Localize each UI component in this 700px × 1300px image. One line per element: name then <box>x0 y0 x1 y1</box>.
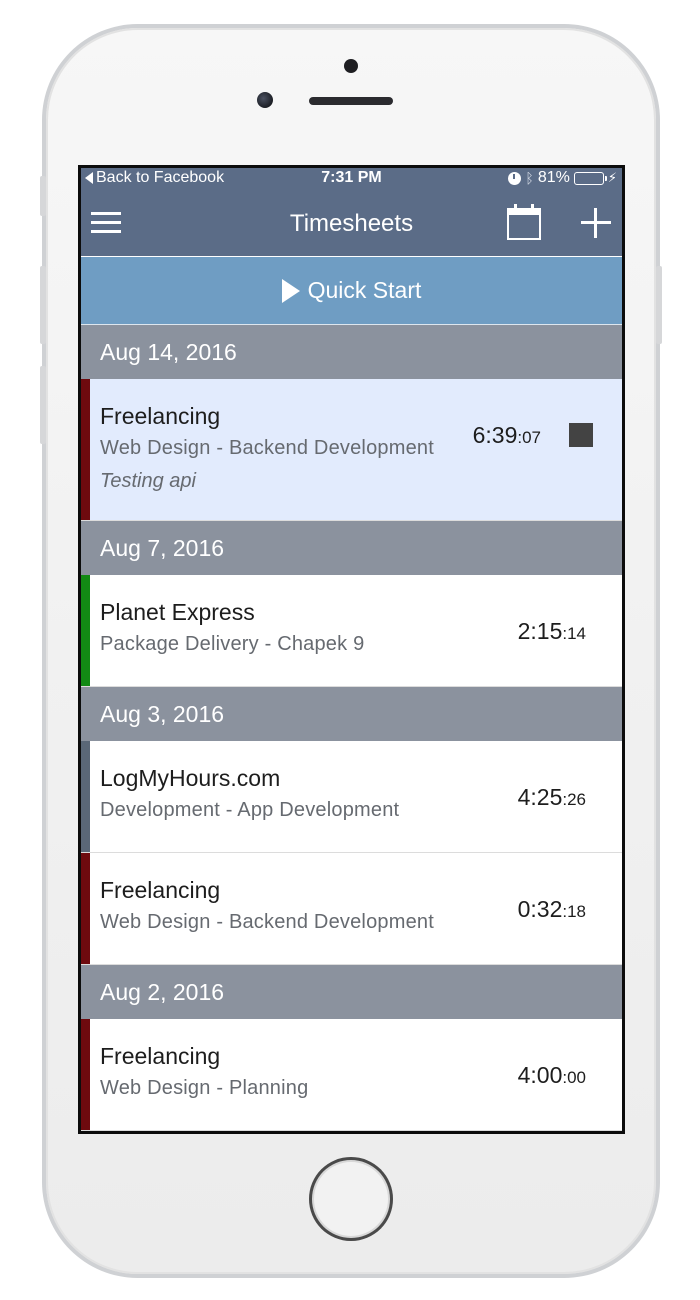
duration-hours-minutes: 6:39 <box>472 422 518 448</box>
home-button[interactable] <box>309 1157 393 1241</box>
entry-duration: 6:39:07 <box>473 422 541 449</box>
client-color-stripe <box>81 741 90 852</box>
proximity-sensor <box>344 59 358 73</box>
timesheet-entry[interactable]: Freelancing Web Design - Backend Developm… <box>81 379 622 521</box>
entry-client: Planet Express <box>100 599 255 625</box>
entry-client: Freelancing <box>100 1043 221 1069</box>
entry-duration: 0:32:18 <box>518 896 586 923</box>
calendar-icon[interactable] <box>507 204 541 240</box>
stop-timer-icon[interactable] <box>569 423 593 447</box>
entry-duration: 2:15:14 <box>518 618 586 645</box>
charging-bolt-icon: ⚡ <box>607 170 617 185</box>
timesheet-entry[interactable]: Freelancing Web Design - Backend Developm… <box>81 853 622 965</box>
entry-project-task: Web Design - Backend Development <box>100 437 434 459</box>
entry-client: LogMyHours.com <box>100 765 281 791</box>
quick-start-label: Quick Start <box>307 277 422 303</box>
date-header: Aug 2, 2016 <box>81 965 622 1019</box>
status-right: ᛒ 81% ⚡ <box>508 169 617 187</box>
client-color-stripe <box>81 1019 90 1130</box>
duration-seconds: :14 <box>562 624 586 643</box>
entry-duration: 4:00:00 <box>518 1062 586 1089</box>
app-screen: Back to Facebook 7:31 PM ᛒ 81% ⚡ Timeshe… <box>81 168 622 1131</box>
date-header: Aug 3, 2016 <box>81 687 622 741</box>
client-color-stripe <box>81 575 90 686</box>
play-icon <box>281 278 300 303</box>
duration-hours-minutes: 0:32 <box>517 896 563 922</box>
entry-duration: 4:25:26 <box>518 784 586 811</box>
status-bar: Back to Facebook 7:31 PM ᛒ 81% ⚡ <box>81 168 622 190</box>
entry-project-task: Development - App Development <box>100 799 400 821</box>
duration-hours-minutes: 2:15 <box>517 618 563 644</box>
battery-percent: 81% <box>537 169 570 186</box>
alarm-icon <box>508 171 522 185</box>
duration-seconds: :00 <box>562 1068 586 1087</box>
battery-icon <box>573 171 607 185</box>
duration-hours-minutes: 4:00 <box>517 1062 563 1088</box>
entry-client: Freelancing <box>100 403 221 429</box>
date-header: Aug 14, 2016 <box>81 325 622 379</box>
earpiece-speaker <box>309 97 393 105</box>
add-entry-plus-icon[interactable] <box>581 208 611 238</box>
entry-project-task: Web Design - Planning <box>100 1077 309 1099</box>
top-bar: Back to Facebook 7:31 PM ᛒ 81% ⚡ Timeshe… <box>81 168 622 256</box>
power-button <box>656 266 662 344</box>
entry-project-task: Web Design - Backend Development <box>100 911 434 933</box>
entry-note: Testing api <box>100 470 196 492</box>
duration-seconds: :07 <box>517 428 541 447</box>
quick-start-button[interactable]: Quick Start <box>81 257 622 325</box>
duration-hours-minutes: 4:25 <box>517 784 563 810</box>
timesheet-entry[interactable]: LogMyHours.com Development - App Developm… <box>81 741 622 853</box>
date-header: Aug 7, 2016 <box>81 521 622 575</box>
phone-screen: Back to Facebook 7:31 PM ᛒ 81% ⚡ Timeshe… <box>78 165 625 1134</box>
front-camera <box>257 92 273 108</box>
device-stage: Back to Facebook 7:31 PM ᛒ 81% ⚡ Timeshe… <box>0 0 700 1300</box>
timesheet-entry[interactable]: Planet Express Package Delivery - Chapek … <box>81 575 622 687</box>
duration-seconds: :18 <box>562 902 586 921</box>
entry-project-task: Package Delivery - Chapek 9 <box>100 633 365 655</box>
timesheet-list: Aug 14, 2016 Freelancing Web Design - Back… <box>81 325 622 1131</box>
bluetooth-icon: ᛒ <box>525 170 534 186</box>
nav-bar: Timesheets <box>81 190 622 256</box>
client-color-stripe <box>81 853 90 964</box>
entry-client: Freelancing <box>100 877 221 903</box>
client-color-stripe <box>81 379 90 520</box>
timesheet-entry[interactable]: Freelancing Web Design - Planning 4:00:00 <box>81 1019 622 1131</box>
duration-seconds: :26 <box>562 790 586 809</box>
